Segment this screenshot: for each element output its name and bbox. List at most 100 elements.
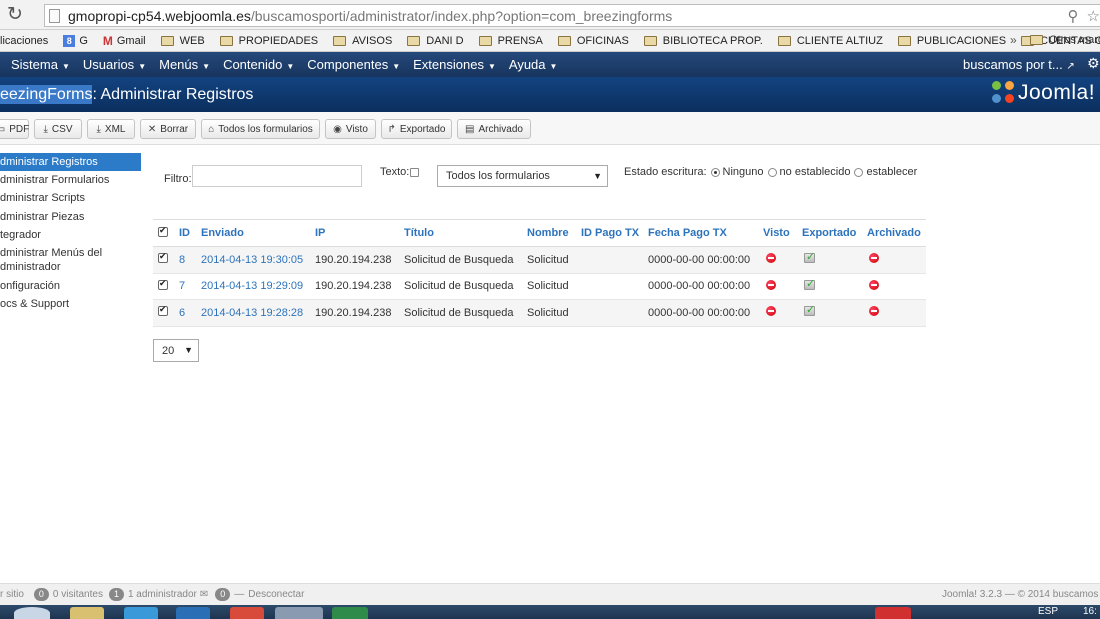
exportado-button[interactable]: ↱ Exportado — [381, 119, 452, 139]
estado-ninguno-radio[interactable] — [710, 167, 720, 177]
row-id[interactable]: 7 — [179, 273, 201, 300]
bookmark-oficinas[interactable]: OFICINAS — [557, 35, 629, 47]
col-fecha-pago-tx[interactable]: Fecha Pago TX — [648, 219, 763, 247]
bookmark-web[interactable]: WEB — [160, 35, 205, 47]
exported-icon[interactable] — [804, 303, 815, 317]
bookmark-publicaciones[interactable]: PUBLICACIONES — [897, 35, 1006, 47]
estado-establecer-radio[interactable] — [854, 167, 864, 177]
eye-icon: ◉ — [333, 123, 342, 135]
filter-input[interactable] — [192, 165, 362, 187]
sidebar-item-registros[interactable]: dministrar Registros — [0, 153, 141, 171]
admins-label: 1 administrador — [127, 589, 197, 600]
col-ip[interactable]: IP — [315, 219, 404, 247]
bookmark-cliente-altiuz[interactable]: CLIENTE ALTIUZ — [777, 35, 883, 47]
sidebar: dministrar Registros dministrar Formular… — [0, 153, 141, 313]
sidebar-item-configuracion[interactable]: onfiguración — [0, 277, 141, 295]
bookmark-other[interactable]: Otros marc — [1030, 34, 1100, 46]
folder-icon — [897, 35, 911, 46]
toolbar: ▭ PDF ⤓ CSV ⤓ XML ✕ Borrar ⌂ Todos los formul… — [0, 112, 1100, 145]
site-link[interactable]: buscamos por t... ↗ — [963, 57, 1075, 72]
sidebar-item-scripts[interactable]: dministrar Scripts — [0, 189, 141, 207]
csv-button[interactable]: ⤓ CSV — [34, 119, 82, 139]
col-id[interactable]: ID — [179, 219, 201, 247]
ver-sitio-link[interactable]: r sitio — [0, 589, 24, 600]
row-checkbox[interactable] — [158, 304, 168, 317]
sidebar-item-docs-support[interactable]: ocs & Support — [0, 295, 141, 313]
pdf-button[interactable]: ▭ PDF — [0, 119, 29, 139]
app-icon[interactable] — [176, 607, 210, 619]
ie-icon[interactable] — [124, 607, 158, 619]
bookmark-g[interactable]: 8G — [63, 34, 88, 47]
col-visto[interactable]: Visto — [763, 219, 802, 247]
row-checkbox[interactable] — [158, 278, 168, 290]
select-all-checkbox[interactable] — [158, 225, 168, 237]
language-indicator[interactable]: ESP — [1038, 606, 1058, 617]
search-icon[interactable]: ⚲ — [1068, 7, 1079, 25]
excel-icon[interactable] — [332, 607, 368, 619]
bookmark-star-icon[interactable]: ☆ — [1087, 7, 1100, 25]
col-enviado[interactable]: Enviado — [201, 219, 315, 247]
archivado-button[interactable]: ▤ Archivado — [457, 119, 531, 139]
menu-ayuda[interactable]: Ayuda ▼ — [509, 57, 558, 72]
todos-formularios-button[interactable]: ⌂ Todos los formularios — [201, 119, 320, 139]
gear-icon[interactable]: ⚙ — [1087, 55, 1100, 72]
caret-down-icon: ▼ — [61, 62, 70, 71]
reload-icon[interactable]: ↻ — [0, 3, 30, 26]
not-viewed-icon[interactable] — [766, 306, 776, 317]
start-icon[interactable] — [14, 607, 50, 619]
form-select[interactable]: Todos los formularios ▼ — [437, 165, 608, 187]
row-titulo: Solicitud de Busqueda — [404, 273, 527, 300]
not-archived-icon[interactable] — [869, 253, 879, 264]
col-archivado[interactable]: Archivado — [867, 219, 926, 247]
bookmark-prensa[interactable]: PRENSA — [478, 35, 543, 47]
row-enviado[interactable]: 2014-04-13 19:29:09 — [201, 273, 315, 300]
row-enviado[interactable]: 2014-04-13 19:30:05 — [201, 246, 315, 274]
menu-usuarios[interactable]: Usuarios ▼ — [83, 57, 146, 72]
row-id[interactable]: 6 — [179, 299, 201, 327]
menu-menus[interactable]: Menús ▼ — [159, 57, 210, 72]
page-limit-select[interactable]: 20 ▼ — [153, 339, 199, 362]
menu-extensiones[interactable]: Extensiones ▼ — [413, 57, 496, 72]
clock[interactable]: 16: — [1083, 606, 1097, 617]
col-titulo[interactable]: Título — [404, 219, 527, 247]
chrome-icon[interactable] — [275, 607, 323, 619]
borrar-button[interactable]: ✕ Borrar — [140, 119, 196, 139]
not-archived-icon[interactable] — [869, 306, 879, 317]
row-id-pago — [581, 299, 648, 327]
browser-address-bar: ↻ gmopropi-cp54.webjoomla.es/buscamospor… — [0, 0, 1100, 30]
col-exportado[interactable]: Exportado — [802, 219, 867, 247]
visto-button[interactable]: ◉ Visto — [325, 119, 376, 139]
explorer-icon[interactable] — [70, 607, 104, 619]
bookmarks-overflow-icon[interactable]: » — [1010, 33, 1017, 47]
estado-no-establecido-radio[interactable] — [767, 167, 777, 177]
sidebar-item-menus-admin[interactable]: dministrar Menús del dministrador — [0, 245, 141, 277]
bookmark-gmail[interactable]: M Gmail — [103, 34, 146, 48]
sidebar-item-integrador[interactable]: tegrador — [0, 226, 141, 244]
bookmark-aplicaciones[interactable]: licaciones — [0, 35, 48, 47]
row-id[interactable]: 8 — [179, 246, 201, 274]
bookmark-avisos[interactable]: AVISOS — [333, 35, 392, 47]
xml-button[interactable]: ⤓ XML — [87, 119, 135, 139]
bookmark-propiedades[interactable]: PROPIEDADES — [219, 35, 318, 47]
row-checkbox[interactable] — [158, 251, 168, 264]
not-viewed-icon[interactable] — [766, 253, 776, 264]
url-bar[interactable]: gmopropi-cp54.webjoomla.es/buscamosporti… — [44, 4, 1100, 27]
menu-sistema[interactable]: Sistema ▼ — [11, 57, 70, 72]
sidebar-item-piezas[interactable]: dministrar Piezas — [0, 208, 141, 226]
col-id-pago-tx[interactable]: ID Pago TX — [581, 219, 648, 247]
sidebar-item-formularios[interactable]: dministrar Formularios — [0, 171, 141, 189]
col-nombre[interactable]: Nombre — [527, 219, 581, 247]
app-icon[interactable] — [230, 607, 264, 619]
bookmark-dani-d[interactable]: DANI D — [407, 35, 464, 47]
exported-icon[interactable] — [804, 250, 815, 264]
not-viewed-icon[interactable] — [766, 279, 776, 290]
logout-link[interactable]: Desconectar — [248, 589, 304, 600]
row-enviado[interactable]: 2014-04-13 19:28:28 — [201, 299, 315, 327]
exported-icon[interactable] — [804, 277, 815, 290]
menu-componentes[interactable]: Componentes ▼ — [307, 57, 400, 72]
bookmark-biblioteca[interactable]: BIBLIOTECA PROP. — [643, 35, 763, 47]
texto-checkbox[interactable] — [410, 168, 419, 177]
not-archived-icon[interactable] — [869, 279, 879, 290]
app-icon[interactable] — [875, 607, 911, 619]
menu-contenido[interactable]: Contenido ▼ — [223, 57, 294, 72]
